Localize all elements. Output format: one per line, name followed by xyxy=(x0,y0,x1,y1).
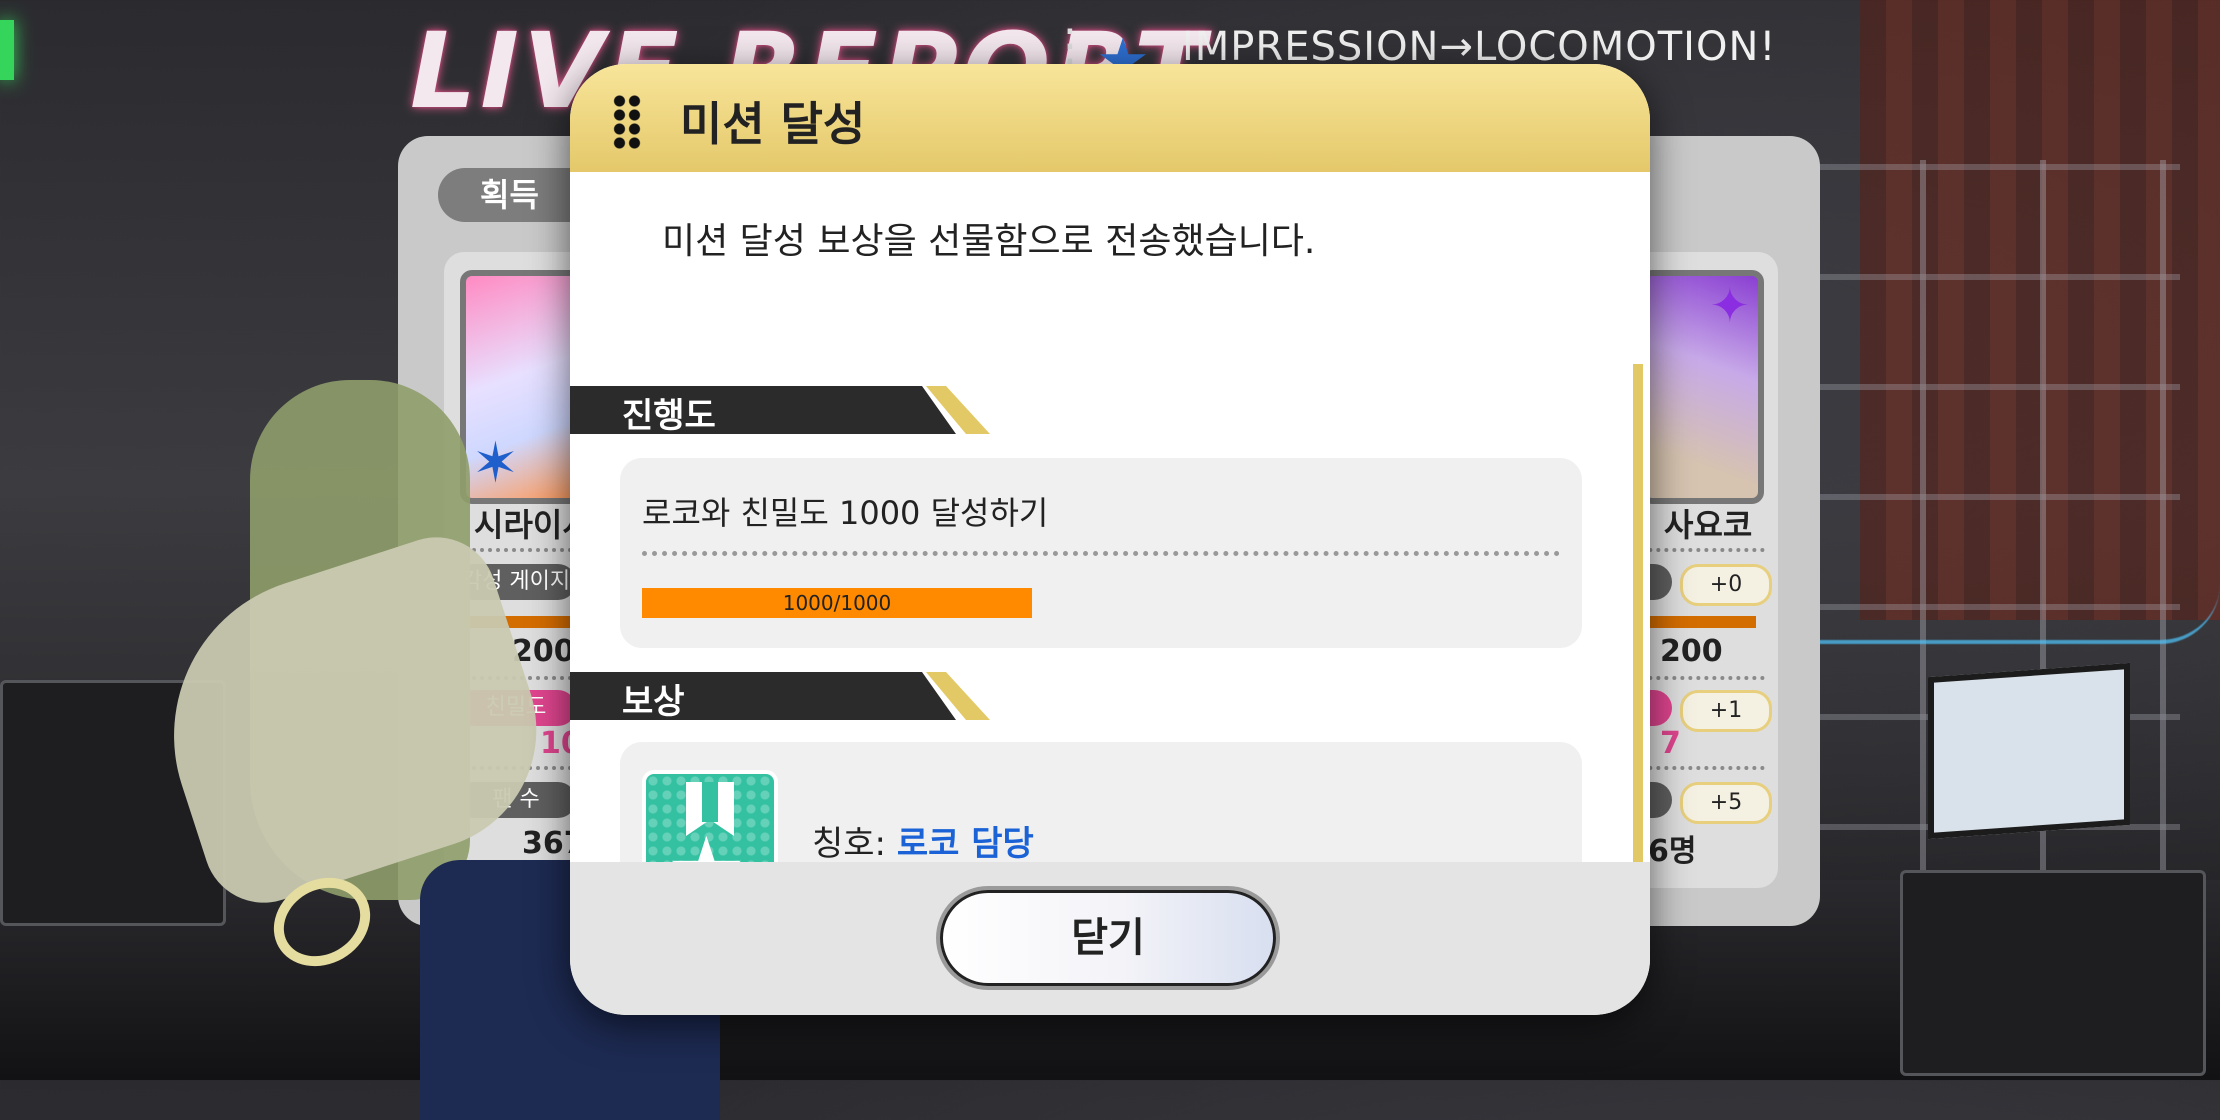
progress-text: 1000/1000 xyxy=(782,591,892,615)
fans-delta: +5 xyxy=(1680,782,1772,824)
progress-section-label: 진행도 xyxy=(622,396,716,436)
awaken-value-left: 200 xyxy=(512,634,575,669)
progress-section-header: 진행도 xyxy=(570,386,990,436)
dialog-header: 미션 달성 xyxy=(570,64,1650,172)
equipment-crate xyxy=(1900,870,2206,1076)
dotted-divider xyxy=(642,551,1560,556)
grip-handle-icon xyxy=(612,94,642,150)
reward-section-header: 보상 xyxy=(570,672,990,722)
character-card-left[interactable]: ✶ xyxy=(460,270,584,504)
mission-progress-card: 로코와 친밀도 1000 달성하기 1000/1000 xyxy=(620,458,1582,648)
mission-name: 로코와 친밀도 1000 달성하기 xyxy=(642,494,1049,532)
progress-bar: 1000/1000 xyxy=(642,588,1032,618)
affinity-value-right: 7 xyxy=(1660,726,1681,761)
reward-text: 칭호: 로코 담당 xyxy=(812,816,1034,865)
reward-title-value: 로코 담당 xyxy=(896,824,1034,864)
dialog-message: 미션 달성 보상을 선물함으로 전송했습니다. xyxy=(662,221,1316,262)
character-name-right: 사요코 xyxy=(1664,506,1753,544)
awaken-bar-right xyxy=(1640,616,1756,628)
close-button[interactable]: 닫기 xyxy=(940,890,1276,986)
dialog-body[interactable]: 미션 달성 보상을 선물함으로 전송했습니다. 진행도 로코와 친밀도 1000… xyxy=(570,172,1650,904)
reward-type: 칭호: xyxy=(812,824,897,864)
star-icon: ✶ xyxy=(472,431,519,496)
stage-monitor xyxy=(1928,662,2130,840)
awaken-value-right: 200 xyxy=(1660,634,1723,669)
affinity-delta: +1 xyxy=(1680,690,1772,732)
reward-section-label: 보상 xyxy=(622,682,685,722)
mission-complete-dialog: 미션 달성 미션 달성 보상을 선물함으로 전송했습니다. 진행도 로코와 친밀… xyxy=(570,64,1650,1015)
character-card-right[interactable]: ✦ xyxy=(1640,270,1764,504)
awaken-delta: +0 xyxy=(1680,564,1772,606)
exit-sign xyxy=(0,20,14,80)
dialog-title: 미션 달성 xyxy=(680,97,866,151)
sparkle-icon: ✦ xyxy=(1709,278,1750,334)
dialog-footer: 닫기 xyxy=(570,862,1650,1015)
fans-value-right: 6명 xyxy=(1648,834,1697,869)
scrollbar-thumb[interactable] xyxy=(1633,364,1643,884)
